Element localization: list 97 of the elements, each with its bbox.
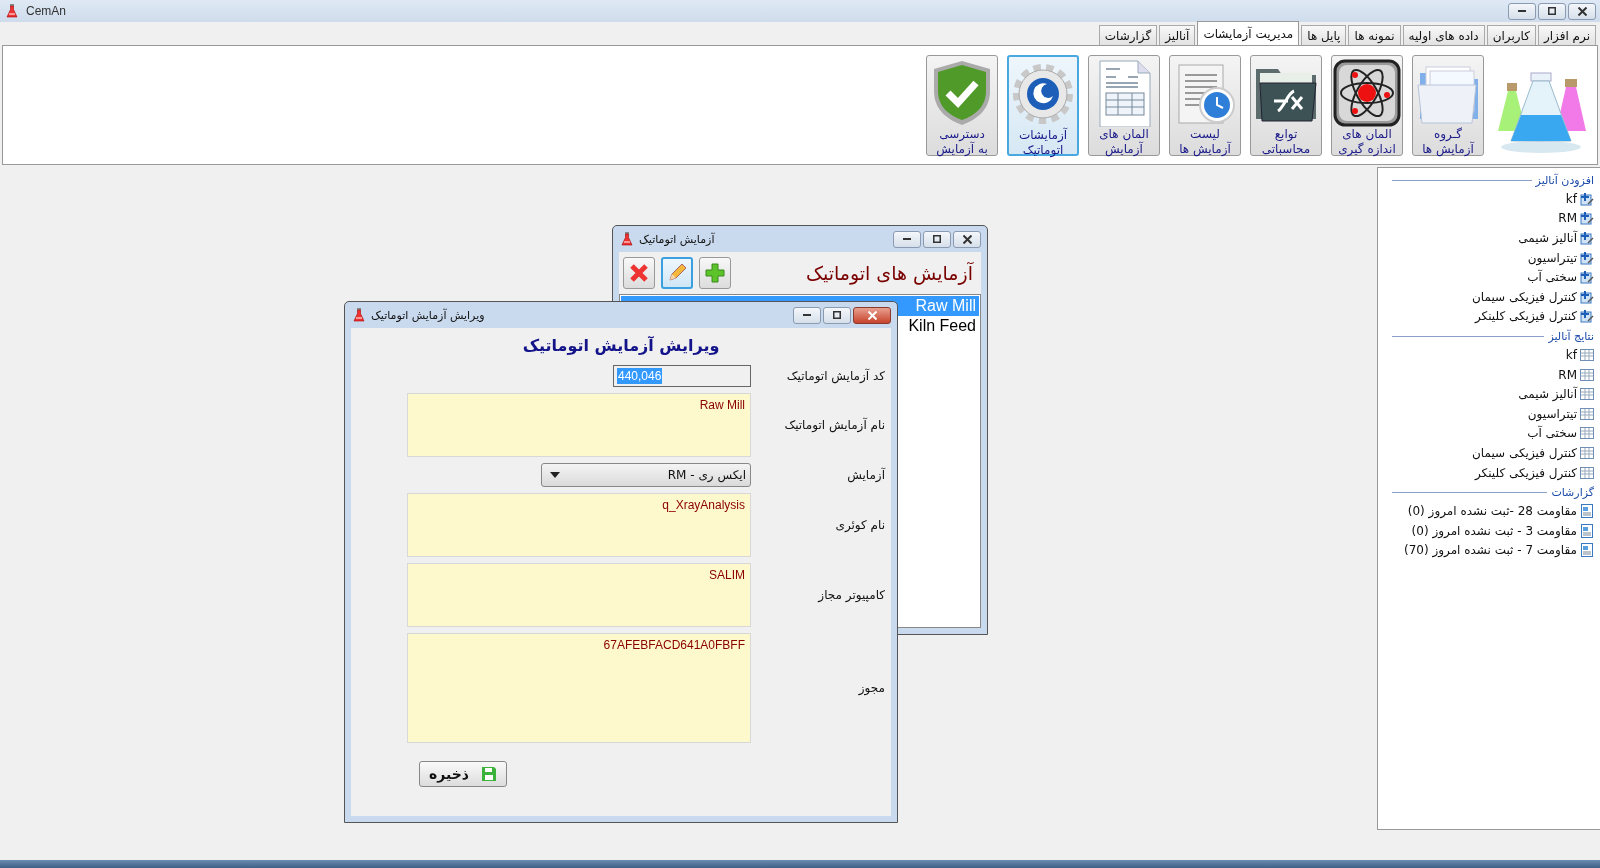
sidebar-link[interactable]: RM (1558, 367, 1577, 382)
table-icon (1580, 367, 1594, 382)
atom-icon (1333, 58, 1401, 127)
sidebar-link[interactable]: مقاومت 3 - ثبت نشده امروز (0) (1411, 523, 1577, 538)
report-icon (1580, 523, 1594, 538)
ribbon-button[interactable]: المان های آزمایش (1088, 54, 1160, 156)
table-icon (1580, 406, 1594, 421)
field-label: مجوز (857, 681, 885, 695)
add-table-icon (1580, 309, 1594, 324)
field-label: نام آزمایش اتوماتیک (783, 418, 885, 432)
toolbar-button[interactable] (661, 257, 693, 289)
sidebar-link[interactable]: کنترل فیزیکی سیمان (1472, 289, 1577, 304)
save-icon (481, 766, 497, 782)
sidebar-link[interactable]: آنالیز شیمی (1518, 387, 1577, 402)
sidebar-link[interactable]: مقاومت 28 -ثبت نشده امروز (0) (1407, 504, 1577, 519)
sidebar-link[interactable]: آنالیز شیمی (1518, 231, 1577, 245)
window-title: آزمایش اتوماتیک (639, 232, 715, 246)
window-title: CemAn (26, 4, 66, 18)
sidebar-link[interactable]: kf (1565, 347, 1577, 362)
minimize-button[interactable] (793, 306, 821, 324)
menu-tab[interactable]: آنالیز (1159, 25, 1196, 45)
sidebar-link[interactable]: سختی آب (1527, 426, 1577, 441)
menu-tab[interactable]: نمونه ها (1348, 25, 1401, 45)
flask-icon (353, 308, 365, 322)
toolbar-button[interactable] (699, 257, 731, 289)
table-icon (1580, 387, 1594, 402)
minimize-icon (803, 314, 811, 316)
ribbon-button[interactable]: لیست آزمایش ها (1169, 54, 1241, 156)
maximize-icon (833, 311, 841, 319)
close-icon (962, 234, 972, 244)
window-title: ویرایش آزمایش اتوماتیک (371, 308, 485, 322)
sidebar-link[interactable]: کنترل فیزیکی سیمان (1472, 445, 1577, 460)
section-title: افزودن آنالیز (1535, 173, 1594, 187)
dropdown[interactable]: ایکس ری - RM (541, 463, 751, 487)
menu-tab[interactable]: پایل ها (1301, 25, 1347, 45)
sidebar-link[interactable]: کنترل فیزیکی کلینکر (1474, 309, 1577, 324)
text-area[interactable]: SALIM (407, 563, 751, 627)
ribbon-button[interactable]: توابع محاسباتی (1250, 54, 1322, 156)
add-table-icon (1580, 211, 1594, 226)
menu-tab[interactable]: مدیریت آزمایشات (1197, 21, 1300, 45)
table-icon (1580, 465, 1594, 480)
minimize-button[interactable] (893, 230, 921, 248)
sidebar-link[interactable]: تیتراسیون (1527, 250, 1577, 265)
field-label: نام کوئری (834, 518, 885, 532)
flask-icon (621, 232, 633, 246)
close-icon (1577, 6, 1587, 16)
sidebar-link[interactable]: kf (1565, 191, 1577, 206)
form-heading: ویرایش آزمایش اتوماتیک (522, 336, 720, 355)
save-button[interactable]: ذخیره (419, 761, 507, 787)
flask-icon (6, 4, 18, 18)
maximize-button[interactable] (1538, 2, 1566, 20)
text-area[interactable]: 67AFEBFACD641A0FBFF (407, 633, 751, 743)
caret-icon (550, 472, 560, 478)
close-button[interactable] (953, 230, 981, 248)
sidebar-link[interactable]: کنترل فیزیکی کلینکر (1474, 465, 1577, 480)
text-area[interactable]: Raw Mill (407, 393, 751, 457)
menu-tab[interactable]: داده های اولیه (1402, 25, 1485, 45)
table-icon (1580, 445, 1594, 460)
maximize-button[interactable] (823, 306, 851, 324)
table-icon (1580, 347, 1594, 362)
close-icon (867, 310, 877, 320)
minimize-icon (1518, 10, 1526, 12)
text-area[interactable]: q_XrayAnalysis (407, 493, 751, 557)
field-label: کامپیوتر مجاز (816, 588, 885, 602)
menu-tab[interactable]: نرم افزار (1537, 25, 1596, 45)
maximize-icon (933, 235, 941, 243)
field-label: آزمایش (846, 468, 885, 482)
toolbar-button[interactable] (623, 257, 655, 289)
ribbon-button[interactable]: المان های اندازه گیری (1331, 54, 1403, 156)
section-title: نتایج آنالیز (1548, 329, 1594, 343)
ribbon-button[interactable]: دسترسی به آزمایش (926, 54, 998, 156)
ribbon-button[interactable]: آزمایشات اتوماتیک (1007, 54, 1079, 156)
maximize-button[interactable] (923, 230, 951, 248)
sidebar-link[interactable]: مقاومت 7 - ثبت نشده امروز (70) (1403, 543, 1577, 558)
section-title: گزارشات (1551, 485, 1594, 499)
table-icon (1580, 426, 1594, 441)
field-label: کد آزمایش اتوماتیک (785, 369, 885, 383)
maximize-icon (1548, 7, 1556, 15)
add-table-icon (1580, 231, 1594, 245)
sidebar-link[interactable]: تیتراسیون (1527, 406, 1577, 421)
sidebar-link[interactable]: RM (1558, 211, 1577, 226)
menu-tab[interactable]: گزارشات (1098, 25, 1158, 45)
report-icon (1580, 504, 1594, 519)
add-table-icon (1580, 270, 1594, 285)
ribbon-button[interactable]: گـروه آزمایش ها (1412, 54, 1484, 156)
menu-tab[interactable]: کاربران (1486, 25, 1536, 45)
close-button[interactable] (853, 306, 891, 324)
add-table-icon (1580, 289, 1594, 304)
add-table-icon (1580, 250, 1594, 265)
report-icon (1580, 543, 1594, 558)
plus-icon (703, 261, 727, 285)
list-heading: آزمایش های اتوماتیک (805, 262, 973, 284)
minimize-button[interactable] (1508, 2, 1536, 20)
minimize-icon (903, 238, 911, 240)
sidebar-link[interactable]: سختی آب (1527, 270, 1577, 285)
add-table-icon (1580, 191, 1594, 206)
close-button[interactable] (1568, 2, 1596, 20)
